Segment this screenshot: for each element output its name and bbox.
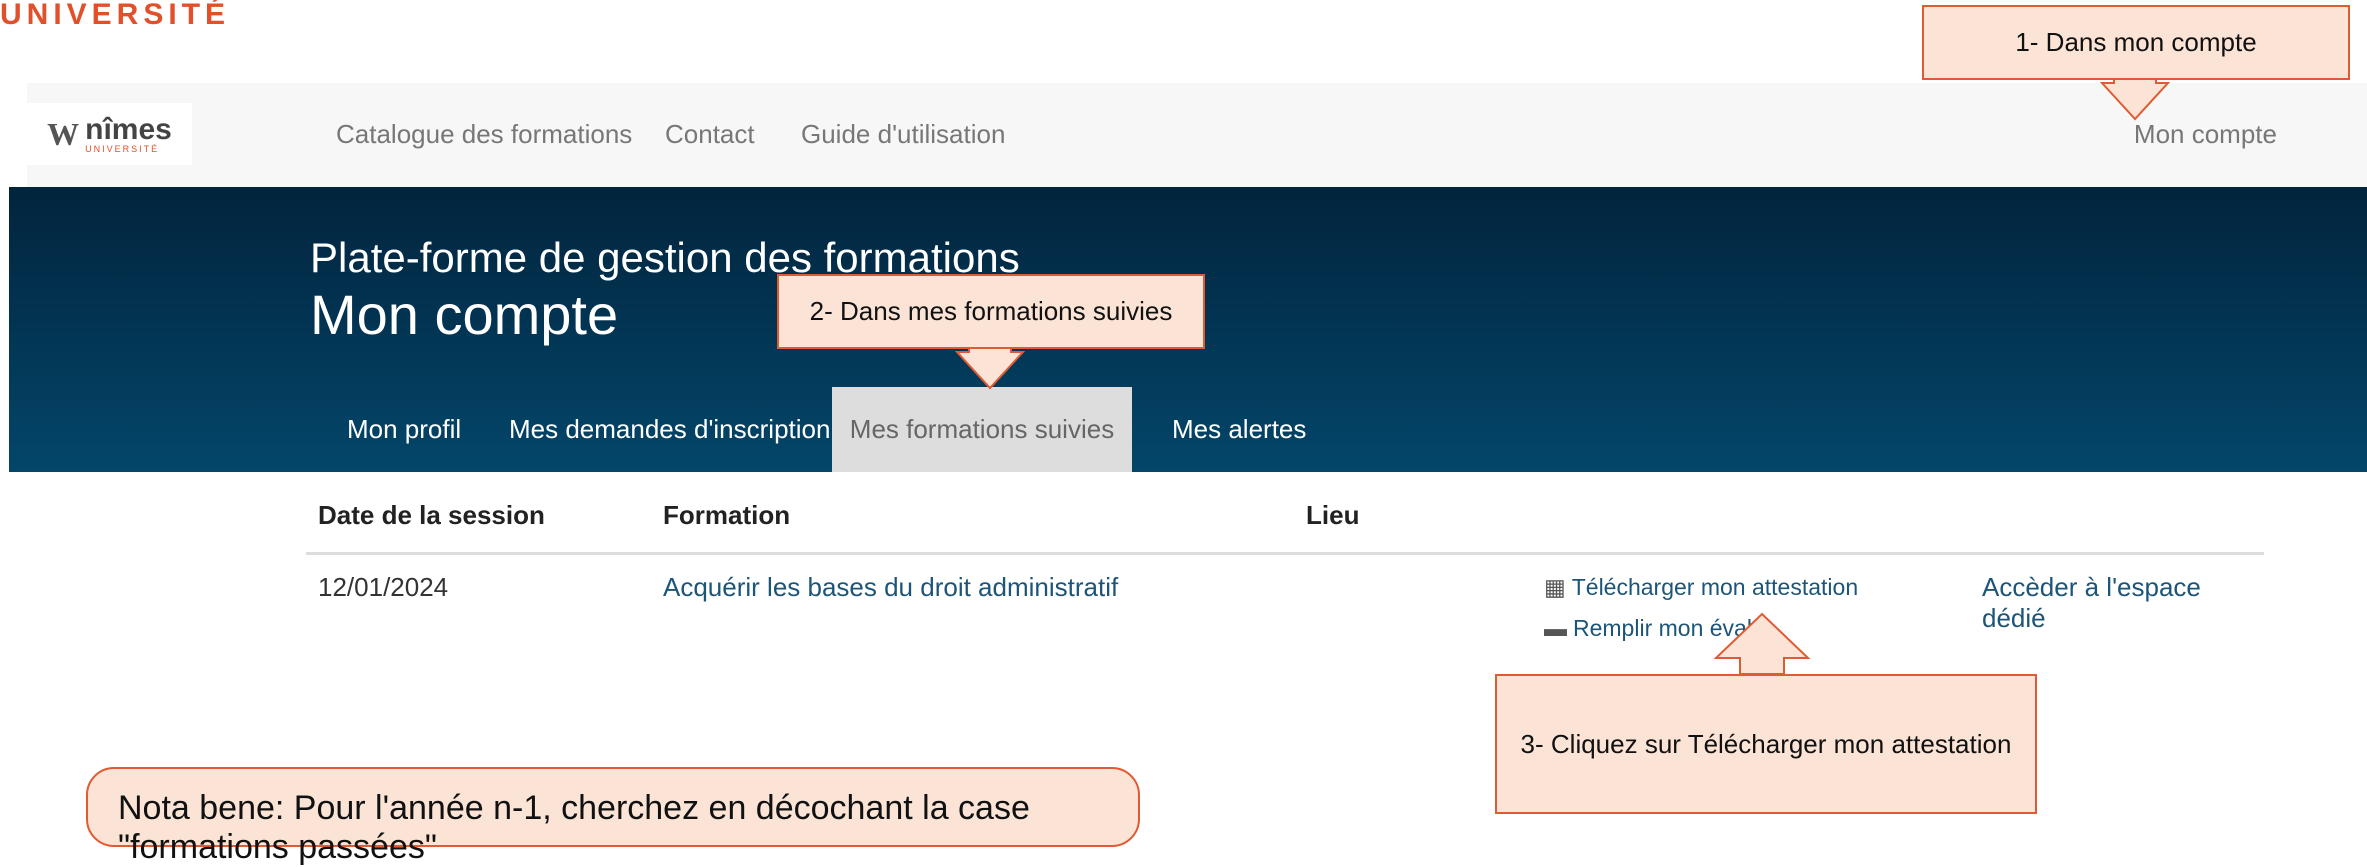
column-header-date: Date de la session bbox=[318, 500, 545, 530]
tab-mes-demandes[interactable]: Mes demandes d'inscription bbox=[481, 387, 858, 472]
tab-mes-formations-suivies[interactable]: Mes formations suivies bbox=[832, 387, 1132, 472]
callout-step-1: 1- Dans mon compte bbox=[1922, 5, 2350, 80]
logo-mark-icon: W bbox=[47, 115, 80, 152]
nav-link-catalogue[interactable]: Catalogue des formations bbox=[336, 119, 632, 150]
top-navbar: W nîmes UNIVERSITÉ Catalogue des formati… bbox=[27, 83, 2367, 188]
arrow-down-icon bbox=[955, 348, 1025, 390]
column-header-formation: Formation bbox=[663, 500, 791, 530]
university-logo-text: UNIVERSITÉ bbox=[0, 0, 231, 31]
evaluation-icon: ▬ bbox=[1544, 615, 1567, 641]
nav-link-contact[interactable]: Contact bbox=[665, 119, 755, 150]
nav-link-account[interactable]: Mon compte bbox=[2134, 119, 2277, 150]
download-certificate-label: Télécharger mon attestation bbox=[1571, 574, 1859, 600]
access-dedicated-space-link[interactable]: Accèder à l'espace dédié bbox=[1982, 572, 2264, 634]
download-certificate-link[interactable]: ▦ Télécharger mon attestation bbox=[1544, 574, 1858, 601]
logo-word: nîmes bbox=[85, 112, 172, 146]
callout-step-3: 3- Cliquez sur Télécharger mon attestati… bbox=[1495, 674, 2037, 814]
tab-mes-alertes[interactable]: Mes alertes bbox=[1144, 387, 1334, 472]
logo-wordmark: nîmes UNIVERSITÉ bbox=[85, 112, 172, 154]
note-box: Nota bene: Pour l'année n-1, cherchez en… bbox=[86, 767, 1140, 866]
callout-step-2: 2- Dans mes formations suivies bbox=[777, 274, 1205, 349]
table-header-divider bbox=[306, 552, 2264, 555]
row-formation-link[interactable]: Acquérir les bases du droit administrati… bbox=[663, 572, 1118, 603]
site-logo[interactable]: W nîmes UNIVERSITÉ bbox=[27, 103, 192, 165]
column-header-lieu: Lieu bbox=[1306, 500, 1360, 530]
nav-link-guide[interactable]: Guide d'utilisation bbox=[801, 119, 1005, 150]
row-date: 12/01/2024 bbox=[318, 572, 449, 602]
tab-mon-profil[interactable]: Mon profil bbox=[319, 387, 489, 472]
arrow-down-icon bbox=[2100, 79, 2170, 121]
arrow-up-icon bbox=[1713, 612, 1811, 675]
page-title: Mon compte bbox=[310, 283, 619, 346]
logo-subtext: UNIVERSITÉ bbox=[85, 143, 160, 154]
certificate-icon: ▦ bbox=[1544, 574, 1566, 600]
